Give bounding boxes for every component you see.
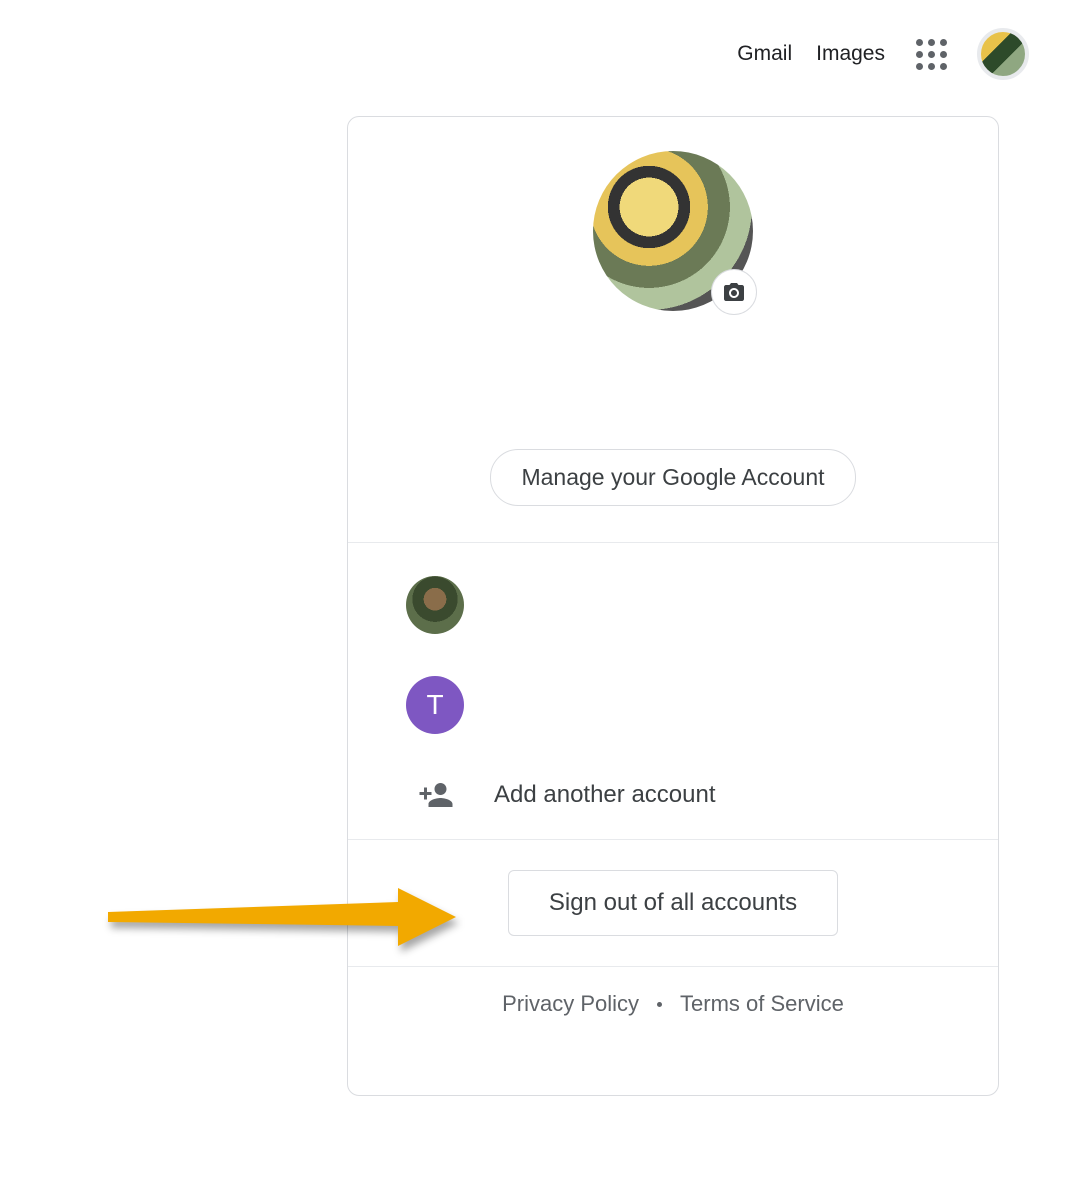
- manage-account-button[interactable]: Manage your Google Account: [490, 449, 855, 506]
- account-avatar-letter: T: [406, 676, 464, 734]
- signout-section: Sign out of all accounts: [348, 840, 998, 967]
- gmail-link[interactable]: Gmail: [737, 42, 792, 66]
- add-person-icon: [416, 777, 456, 813]
- camera-icon: [722, 280, 746, 304]
- add-account-label: Add another account: [494, 781, 716, 809]
- accounts-section: T Add another account: [348, 543, 998, 840]
- account-avatar[interactable]: [977, 28, 1029, 80]
- account-avatar-photo: [406, 576, 464, 634]
- account-popup: Manage your Google Account T Add another…: [347, 116, 999, 1096]
- topbar: Gmail Images: [737, 28, 1029, 80]
- hero-section: Manage your Google Account: [348, 117, 998, 543]
- footer-section: Privacy Policy Terms of Service: [348, 967, 998, 1041]
- privacy-policy-link[interactable]: Privacy Policy: [502, 991, 639, 1017]
- images-link[interactable]: Images: [816, 42, 885, 66]
- terms-of-service-link[interactable]: Terms of Service: [680, 991, 844, 1017]
- change-photo-button[interactable]: [711, 269, 757, 315]
- account-item[interactable]: T: [348, 655, 998, 755]
- signout-all-button[interactable]: Sign out of all accounts: [508, 870, 838, 936]
- hero-avatar-wrap: [593, 151, 753, 311]
- apps-grid-icon[interactable]: [915, 38, 947, 70]
- dot-separator-icon: [657, 1002, 662, 1007]
- account-item[interactable]: [348, 555, 998, 655]
- add-account-button[interactable]: Add another account: [348, 755, 998, 839]
